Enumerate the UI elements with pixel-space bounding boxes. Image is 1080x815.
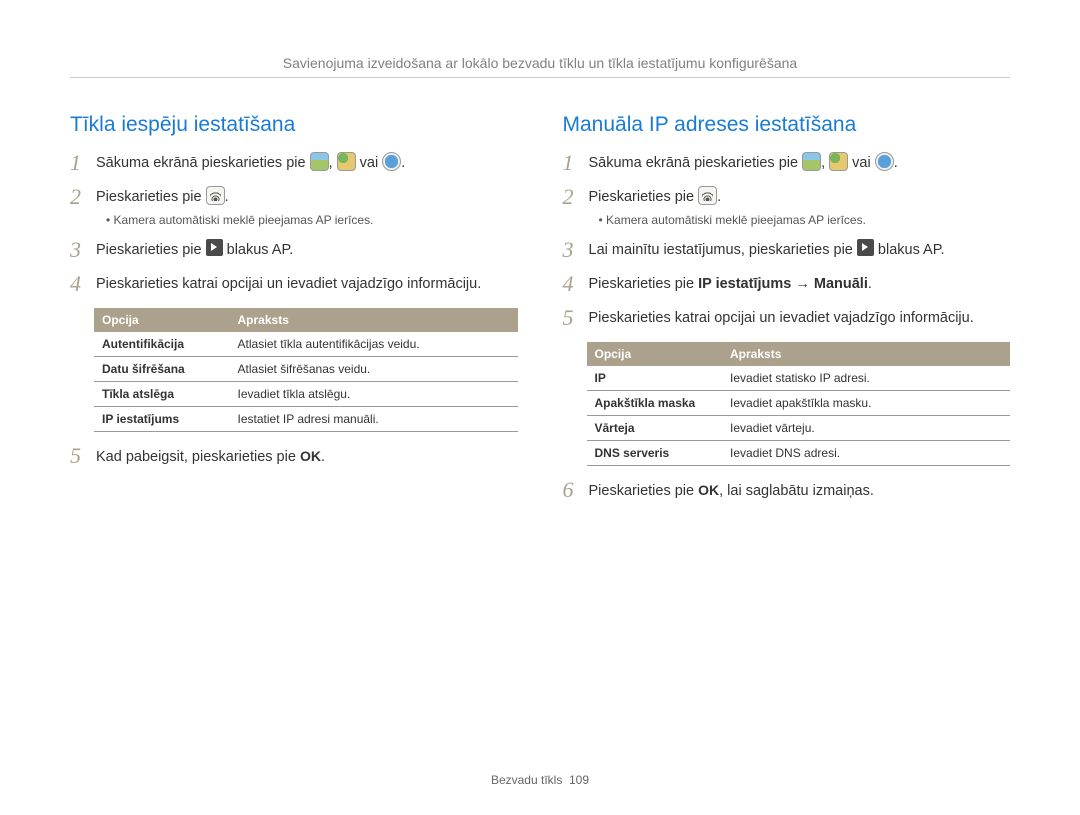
- arrow-text: →: [791, 276, 814, 292]
- text: ,: [821, 155, 829, 171]
- step-3: 3 Pieskarieties pie blakus AP.: [70, 240, 518, 264]
- step-number: 3: [70, 238, 84, 262]
- left-title: Tīkla iespēju iestatīšana: [70, 113, 518, 137]
- mode-icon-3: [382, 152, 401, 171]
- bullet: • Kamera automātiski meklē pieejamas AP …: [599, 212, 1011, 229]
- text: , lai saglabātu izmaiņas.: [719, 483, 874, 499]
- table-row: Datu šifrēšanaAtlasiet šifrēšanas veidu.: [94, 356, 518, 381]
- th-desc: Apraksts: [230, 308, 518, 332]
- step-number: 5: [70, 444, 84, 468]
- text: .: [894, 155, 898, 171]
- step-1: 1 Sākuma ekrānā pieskarieties pie , vai …: [563, 153, 1011, 177]
- mode-icon-1: [310, 152, 329, 171]
- text: Pieskarieties pie: [589, 276, 699, 292]
- step-number: 2: [70, 185, 84, 209]
- step-number: 1: [563, 151, 577, 175]
- ok-icon: OK: [698, 482, 719, 498]
- table-row: Apakštīkla maskaIevadiet apakštīkla mask…: [587, 391, 1011, 416]
- arrow-icon: [206, 239, 223, 256]
- wifi-icon: [206, 186, 225, 205]
- text: .: [717, 189, 721, 205]
- page-header: Savienojuma izveidošana ar lokālo bezvad…: [70, 55, 1010, 78]
- step-4: 4 Pieskarieties katrai opcijai un ievadi…: [70, 274, 518, 298]
- text: Sākuma ekrānā pieskarieties pie: [589, 155, 803, 171]
- step-3: 3 Lai mainītu iestatījumus, pieskarietie…: [563, 240, 1011, 264]
- table-row: AutentifikācijaAtlasiet tīkla autentifik…: [94, 332, 518, 357]
- step-5: 5 Pieskarieties katrai opcijai un ievadi…: [563, 308, 1011, 332]
- step-5: 5 Kad pabeigsit, pieskarieties pie OK.: [70, 446, 518, 470]
- text: Pieskarieties katrai opcijai un ievadiet…: [589, 308, 1011, 329]
- step-number: 2: [563, 185, 577, 209]
- step-1: 1 Sākuma ekrānā pieskarieties pie , vai …: [70, 153, 518, 177]
- text-bold: Manuāli: [814, 276, 868, 292]
- table-row: IP iestatījumsIestatiet IP adresi manuāl…: [94, 406, 518, 431]
- th-option: Opcija: [587, 342, 723, 366]
- step-4: 4 Pieskarieties pie IP iestatījums → Man…: [563, 274, 1011, 298]
- right-title: Manuāla IP adreses iestatīšana: [563, 113, 1011, 137]
- text: Pieskarieties pie: [96, 189, 206, 205]
- text: vai: [848, 155, 875, 171]
- text: .: [225, 189, 229, 205]
- table-row: IPIevadiet statisko IP adresi.: [587, 366, 1011, 391]
- text: Kad pabeigsit, pieskarieties pie: [96, 449, 300, 465]
- mode-icon-2: [337, 152, 356, 171]
- step-number: 4: [70, 272, 84, 296]
- th-option: Opcija: [94, 308, 230, 332]
- step-number: 1: [70, 151, 84, 175]
- text: Pieskarieties pie: [96, 242, 206, 258]
- step-number: 4: [563, 272, 577, 296]
- step-number: 5: [563, 306, 577, 330]
- left-column: Tīkla iespēju iestatīšana 1 Sākuma ekrān…: [70, 113, 518, 514]
- arrow-icon: [857, 239, 874, 256]
- footer-section: Bezvadu tīkls: [491, 773, 562, 787]
- options-table-right: Opcija Apraksts IPIevadiet statisko IP a…: [587, 342, 1011, 466]
- text: Sākuma ekrānā pieskarieties pie: [96, 155, 310, 171]
- th-desc: Apraksts: [722, 342, 1010, 366]
- text: Lai mainītu iestatījumus, pieskarieties …: [589, 242, 857, 258]
- options-table-left: Opcija Apraksts AutentifikācijaAtlasiet …: [94, 308, 518, 432]
- right-column: Manuāla IP adreses iestatīšana 1 Sākuma …: [563, 113, 1011, 514]
- step-6: 6 Pieskarieties pie OK, lai saglabātu iz…: [563, 480, 1011, 504]
- text: vai: [356, 155, 383, 171]
- text-bold: IP iestatījums: [698, 276, 791, 292]
- table-row: DNS serverisIevadiet DNS adresi.: [587, 441, 1011, 466]
- bullet: • Kamera automātiski meklē pieejamas AP …: [106, 212, 518, 229]
- step-number: 3: [563, 238, 577, 262]
- text: Pieskarieties katrai opcijai un ievadiet…: [96, 274, 518, 295]
- text: Pieskarieties pie: [589, 189, 699, 205]
- footer: Bezvadu tīkls 109: [0, 773, 1080, 787]
- wifi-icon: [698, 186, 717, 205]
- text: .: [321, 449, 325, 465]
- ok-icon: OK: [300, 448, 321, 464]
- step-2: 2 Pieskarieties pie . • Kamera automātis…: [563, 187, 1011, 229]
- text: .: [868, 276, 872, 292]
- step-number: 6: [563, 478, 577, 502]
- mode-icon-1: [802, 152, 821, 171]
- step-2: 2 Pieskarieties pie . • Kamera automātis…: [70, 187, 518, 229]
- text: blakus AP.: [874, 242, 945, 258]
- mode-icon-2: [829, 152, 848, 171]
- footer-page: 109: [569, 773, 589, 787]
- table-row: Tīkla atslēgaIevadiet tīkla atslēgu.: [94, 381, 518, 406]
- text: blakus AP.: [223, 242, 294, 258]
- mode-icon-3: [875, 152, 894, 171]
- text: .: [401, 155, 405, 171]
- text: Pieskarieties pie: [589, 483, 699, 499]
- text: ,: [329, 155, 337, 171]
- table-row: VārtejaIevadiet vārteju.: [587, 416, 1011, 441]
